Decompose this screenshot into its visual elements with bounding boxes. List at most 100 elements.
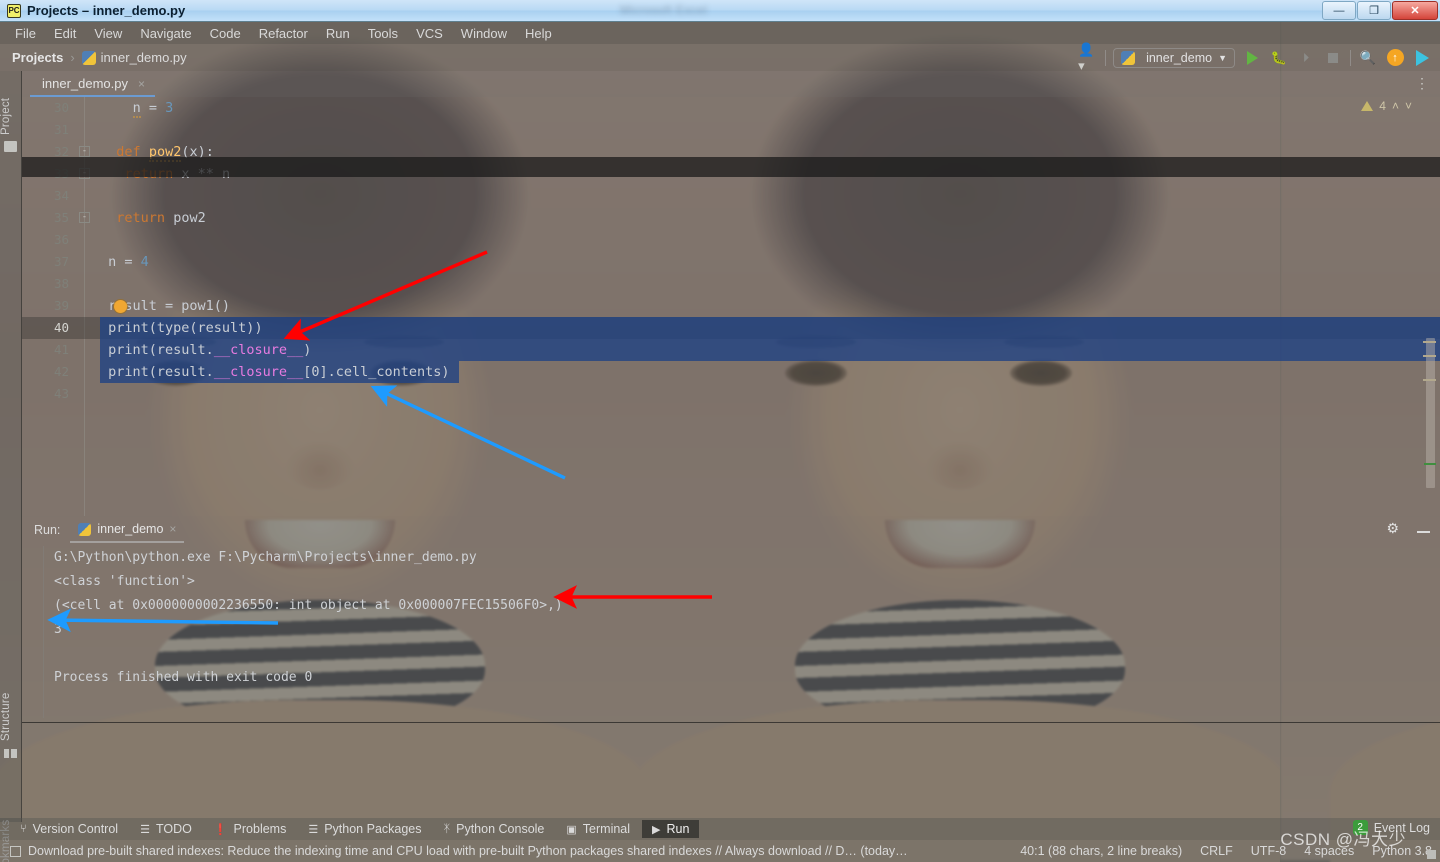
code-line[interactable]: 31 — [22, 119, 1440, 141]
code-line[interactable]: 42 print(result.__closure__[0].cell_conte… — [22, 361, 1440, 383]
status-right-group: 40:1 (88 chars, 2 line breaks) CRLF UTF-… — [1020, 840, 1432, 862]
minimize-icon[interactable] — [1417, 521, 1430, 536]
menu-item-edit[interactable]: Edit — [45, 24, 85, 43]
chevron-down-icon[interactable]: ˅ — [1405, 99, 1412, 113]
run-configuration-label: inner_demo — [1146, 50, 1213, 65]
menu-item-run[interactable]: Run — [317, 24, 359, 43]
code-line[interactable]: 43 — [22, 383, 1440, 405]
tool-tab-label: Run — [666, 822, 690, 836]
menu-item-vcs[interactable]: VCS — [407, 24, 452, 43]
breadcrumb-file[interactable]: inner_demo.py — [81, 50, 187, 65]
window-controls[interactable]: — ❐ ✕ — [1322, 1, 1438, 20]
console-line: G:\Python\python.exe F:\Pycharm\Projects… — [54, 550, 477, 565]
file-encoding[interactable]: UTF-8 — [1251, 844, 1286, 858]
interpreter-setting[interactable]: Python 3.8 — [1372, 844, 1432, 858]
run-configuration-selector[interactable]: inner_demo ▼ — [1113, 47, 1235, 68]
line-separator[interactable]: CRLF — [1200, 844, 1233, 858]
editor-scrollbar[interactable] — [1423, 123, 1438, 516]
gear-icon[interactable]: ⚙ — [1386, 520, 1399, 537]
minimize-button[interactable]: — — [1322, 1, 1356, 20]
chevron-up-icon[interactable]: ˄ — [1392, 99, 1399, 113]
menu-item-tools[interactable]: Tools — [359, 24, 407, 43]
fold-toggle-icon[interactable]: - — [79, 212, 90, 223]
menu-item-code[interactable]: Code — [201, 24, 250, 43]
search-icon[interactable]: 🔍 — [1358, 48, 1378, 68]
event-log-button[interactable]: 2 Event Log — [1352, 820, 1430, 835]
fold-toggle-icon[interactable]: - — [79, 146, 90, 157]
run-console-output[interactable]: G:\Python\python.exe F:\Pycharm\Projects… — [32, 546, 1422, 718]
menu-bar: File Edit View Navigate Code Refactor Run Tools… — [0, 22, 1440, 44]
toolbar-actions: 👤▾ inner_demo ▼ 🐛 ⏵ 🔍 ↑ — [1078, 42, 1440, 73]
tool-tab-version-control[interactable]: ⑂ Version Control — [10, 820, 128, 838]
tool-tab-python-console[interactable]: ᛡ Python Console — [434, 820, 555, 838]
breadcrumb-separator: › — [70, 50, 75, 65]
code-line[interactable]: 38 — [22, 273, 1440, 295]
tool-tab-terminal[interactable]: ▣ Terminal — [556, 820, 640, 838]
account-icon[interactable]: 👤▾ — [1078, 42, 1098, 73]
scrollbar-thumb[interactable] — [1426, 338, 1435, 488]
menu-item-navigate[interactable]: Navigate — [131, 24, 200, 43]
close-icon[interactable]: × — [169, 522, 176, 536]
code-editor[interactable]: 30n = 33132-def pow2(x):33-return x ** n… — [22, 97, 1440, 516]
restore-button[interactable]: ❐ — [1357, 1, 1391, 20]
close-icon[interactable]: × — [138, 77, 145, 91]
resize-grip[interactable] — [1427, 850, 1436, 859]
code-line[interactable]: 30 n = 3 — [22, 97, 1440, 119]
scrollbar-marker — [1423, 341, 1436, 343]
stop-icon[interactable] — [1323, 48, 1343, 68]
code-line[interactable]: 39 result = pow1() — [22, 295, 1440, 317]
folder-icon — [4, 141, 17, 152]
indent-setting[interactable]: 4 spaces — [1304, 844, 1354, 858]
tool-tab-label: TODO — [155, 822, 192, 836]
breadcrumb-projects[interactable]: Projects — [0, 50, 63, 65]
notification-icon — [10, 845, 21, 857]
code-line[interactable]: 34 — [22, 185, 1440, 207]
close-button[interactable]: ✕ — [1392, 1, 1438, 20]
code-token: 4 — [140, 254, 149, 270]
status-bar: Download pre-built shared indexes: Reduc… — [0, 840, 1440, 862]
status-message[interactable]: Download pre-built shared indexes: Reduc… — [28, 844, 908, 858]
update-icon[interactable]: ↑ — [1385, 48, 1405, 68]
intention-bulb-icon[interactable] — [114, 300, 127, 313]
menu-item-window[interactable]: Window — [452, 24, 516, 43]
line-number: 41 — [53, 342, 69, 357]
sidebar-item-project[interactable]: Project — [0, 77, 22, 135]
sidebar-item-structure[interactable]: Structure — [0, 671, 22, 741]
coverage-icon[interactable]: ⏵ — [1296, 48, 1316, 68]
code-line[interactable]: 36 — [22, 229, 1440, 251]
tool-tab-problems[interactable]: ❗ Problems — [204, 820, 297, 838]
python-icon — [78, 522, 92, 536]
tool-tab-todo[interactable]: ☰ TODO — [130, 820, 202, 838]
ai-icon[interactable] — [1412, 48, 1432, 68]
menu-item-file[interactable]: File — [6, 24, 45, 43]
editor-tab-inner-demo[interactable]: inner_demo.py × — [30, 72, 156, 97]
scrollbar-marker-green — [1424, 463, 1436, 465]
run-tab-inner-demo[interactable]: inner_demo × — [70, 517, 185, 543]
editor-options-icon[interactable]: ⋮ — [1415, 75, 1430, 92]
editor-tab-bar: inner_demo.py × ⋮ — [22, 71, 1440, 97]
menu-item-refactor[interactable]: Refactor — [250, 24, 317, 43]
menu-item-view[interactable]: View — [85, 24, 131, 43]
tool-tab-run[interactable]: ▶ Run — [642, 820, 700, 838]
code-line[interactable]: 37 n = 4 — [22, 251, 1440, 273]
line-number: 34 — [53, 188, 69, 203]
code-line[interactable]: 40 print(type(result)) — [22, 317, 1440, 339]
tool-tab-label: Version Control — [32, 822, 119, 836]
run-icon[interactable] — [1242, 48, 1262, 68]
code-line-text: n = 3 — [132, 97, 173, 119]
code-line[interactable]: 35- return pow2 — [22, 207, 1440, 229]
caret-position[interactable]: 40:1 (88 chars, 2 line breaks) — [1020, 844, 1182, 858]
menu-item-help[interactable]: Help — [516, 24, 561, 43]
editor-tab-label: inner_demo.py — [42, 76, 128, 91]
debug-icon[interactable]: 🐛 — [1269, 48, 1289, 68]
editor-scroll-shadow-top — [22, 157, 1440, 177]
toolbar-divider-2 — [1350, 49, 1351, 66]
inspection-widget[interactable]: 4 ˄ ˅ — [1361, 99, 1412, 113]
tool-tab-label: Problems — [233, 822, 287, 836]
code-token: __closure__ — [213, 364, 304, 380]
console-line: (<cell at 0x0000000002236550: int object… — [54, 598, 563, 613]
console-line: Process finished with exit code 0 — [54, 670, 313, 685]
code-line[interactable]: 41 print(result.__closure__) — [22, 339, 1440, 361]
tool-tab-python-packages[interactable]: ☰ Python Packages — [298, 820, 431, 838]
